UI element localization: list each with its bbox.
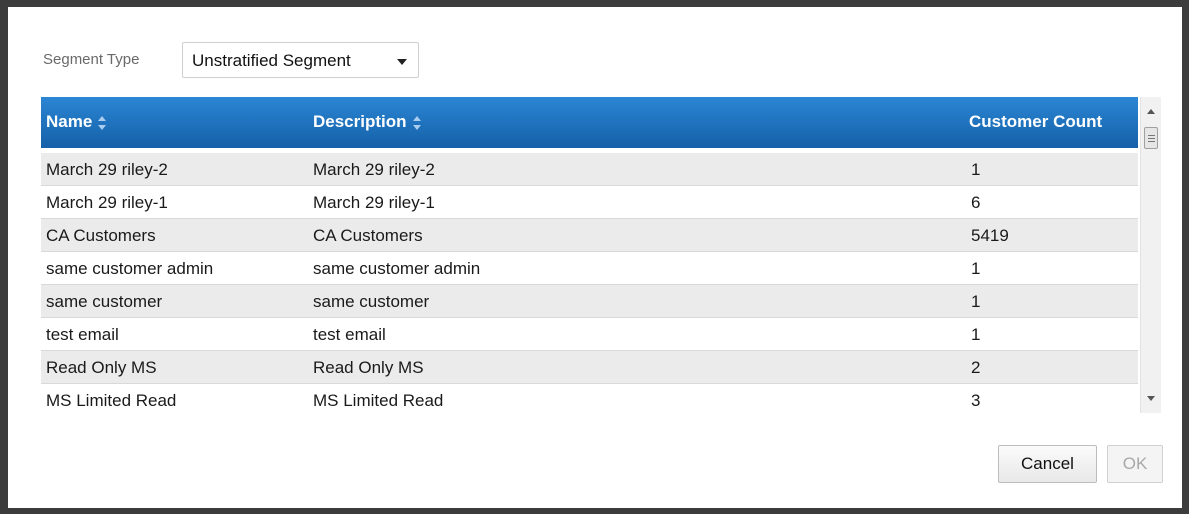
segment-type-label: Segment Type: [43, 51, 140, 68]
cell-description: same customer: [313, 292, 430, 311]
table-row[interactable]: test email test email 1: [41, 318, 1138, 351]
table-scrollbar[interactable]: [1140, 97, 1161, 413]
cancel-button[interactable]: Cancel: [998, 445, 1097, 483]
column-header-count-label: Customer Count: [969, 112, 1103, 131]
cell-customer-count: 5419: [971, 226, 1009, 245]
table-row[interactable]: CA Customers CA Customers 5419: [41, 219, 1138, 252]
chevron-down-icon: [397, 59, 407, 65]
column-header-name-label: Name: [46, 112, 93, 131]
cell-customer-count: 2: [971, 358, 981, 377]
table-row[interactable]: MS Limited Read MS Limited Read 3: [41, 384, 1138, 413]
cell-description: same customer admin: [313, 259, 481, 278]
cell-customer-count: 1: [971, 160, 981, 179]
sort-icon[interactable]: [98, 115, 107, 131]
cell-name: Read Only MS: [46, 358, 157, 377]
ok-button[interactable]: OK: [1107, 445, 1163, 483]
table-header: Name Description Customer Count: [41, 97, 1138, 148]
cell-description: test email: [313, 325, 386, 344]
column-header-description[interactable]: Description: [313, 112, 421, 132]
cell-description: CA Customers: [313, 226, 423, 245]
scrollbar-thumb[interactable]: [1144, 127, 1158, 149]
table-row[interactable]: March 29 riley-2 March 29 riley-2 1: [41, 153, 1138, 186]
cell-name: CA Customers: [46, 226, 156, 245]
cell-name: March 29 riley-1: [46, 193, 168, 212]
segment-type-value: Unstratified Segment: [192, 51, 351, 70]
cell-name: MS Limited Read: [46, 391, 177, 410]
select-segment-dialog: Segment Type Unstratified Segment Name D…: [8, 7, 1182, 508]
column-header-customer-count[interactable]: Customer Count: [969, 112, 1102, 132]
scroll-up-icon[interactable]: [1147, 109, 1155, 114]
cell-customer-count: 6: [971, 193, 981, 212]
cell-customer-count: 1: [971, 259, 981, 278]
cell-description: MS Limited Read: [313, 391, 444, 410]
cell-name: March 29 riley-2: [46, 160, 168, 179]
cell-name: same customer: [46, 292, 163, 311]
table-row[interactable]: March 29 riley-1 March 29 riley-1 6: [41, 186, 1138, 219]
column-header-name[interactable]: Name: [46, 112, 107, 132]
cell-description: Read Only MS: [313, 358, 424, 377]
segment-type-select[interactable]: Unstratified Segment: [182, 42, 419, 78]
cell-customer-count: 1: [971, 292, 981, 311]
cell-name: test email: [46, 325, 119, 344]
cell-customer-count: 3: [971, 391, 981, 410]
table-row[interactable]: same customer same customer 1: [41, 285, 1138, 318]
cell-customer-count: 1: [971, 325, 981, 344]
table-body: March 29 riley-2 March 29 riley-2 1 March 2…: [41, 153, 1138, 413]
cell-name: same customer admin: [46, 259, 214, 278]
column-header-description-label: Description: [313, 112, 407, 131]
cell-description: March 29 riley-1: [313, 193, 435, 212]
table-row[interactable]: same customer admin same customer admin 1: [41, 252, 1138, 285]
segment-table: Name Description Customer Count March 29…: [41, 97, 1161, 413]
sort-icon[interactable]: [412, 115, 421, 131]
cell-description: March 29 riley-2: [313, 160, 435, 179]
scroll-down-icon[interactable]: [1147, 396, 1155, 401]
table-row[interactable]: Read Only MS Read Only MS 2: [41, 351, 1138, 384]
